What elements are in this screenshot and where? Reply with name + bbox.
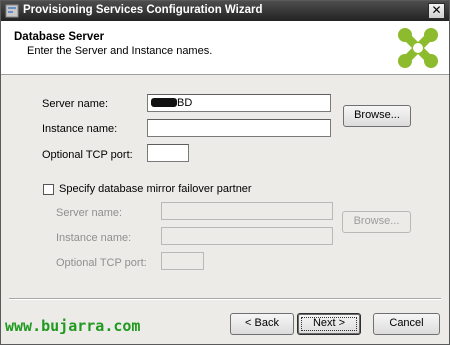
back-button[interactable]: < Back xyxy=(230,313,294,335)
title-bar[interactable]: Provisioning Services Configuration Wiza… xyxy=(1,1,449,21)
redacted-mark xyxy=(151,98,177,107)
mirror-instance-name-label: Instance name: xyxy=(56,232,132,244)
close-button[interactable]: ✕ xyxy=(428,3,445,19)
mirror-failover-checkbox[interactable] xyxy=(43,184,54,195)
server-name-field[interactable]: BD xyxy=(147,94,331,112)
next-button[interactable]: Next > xyxy=(297,313,361,335)
mirror-browse-button[interactable]: Browse... xyxy=(342,211,411,233)
citrix-x-logo xyxy=(398,28,438,68)
tcp-port-label: Optional TCP port: xyxy=(42,149,133,161)
focus-ring xyxy=(301,317,357,331)
wizard-window: Provisioning Services Configuration Wiza… xyxy=(0,0,450,345)
server-name-label: Server name: xyxy=(42,98,109,110)
mirror-instance-name-field[interactable] xyxy=(161,227,333,245)
mirror-tcp-port-field[interactable] xyxy=(161,252,204,270)
wizard-header: Database Server Enter the Server and Ins… xyxy=(1,21,449,75)
mirror-server-name-field[interactable] xyxy=(161,202,333,220)
instance-name-label: Instance name: xyxy=(42,123,118,135)
cancel-button[interactable]: Cancel xyxy=(373,313,440,335)
mirror-failover-label[interactable]: Specify database mirror failover partner xyxy=(59,183,252,195)
close-icon: ✕ xyxy=(431,3,442,17)
browse-button[interactable]: Browse... xyxy=(343,105,411,127)
server-name-value: BD xyxy=(177,97,193,109)
footer-separator xyxy=(9,298,441,300)
watermark-text: www.bujarra.com xyxy=(5,317,141,335)
page-subtitle: Enter the Server and Instance names. xyxy=(27,45,213,57)
wizard-app-icon xyxy=(5,4,19,18)
tcp-port-field[interactable] xyxy=(147,144,189,162)
mirror-server-name-label: Server name: xyxy=(56,207,123,219)
window-title: Provisioning Services Configuration Wiza… xyxy=(23,4,263,16)
page-title: Database Server xyxy=(14,31,105,43)
instance-name-field[interactable] xyxy=(147,119,331,137)
mirror-tcp-port-label: Optional TCP port: xyxy=(56,257,147,269)
